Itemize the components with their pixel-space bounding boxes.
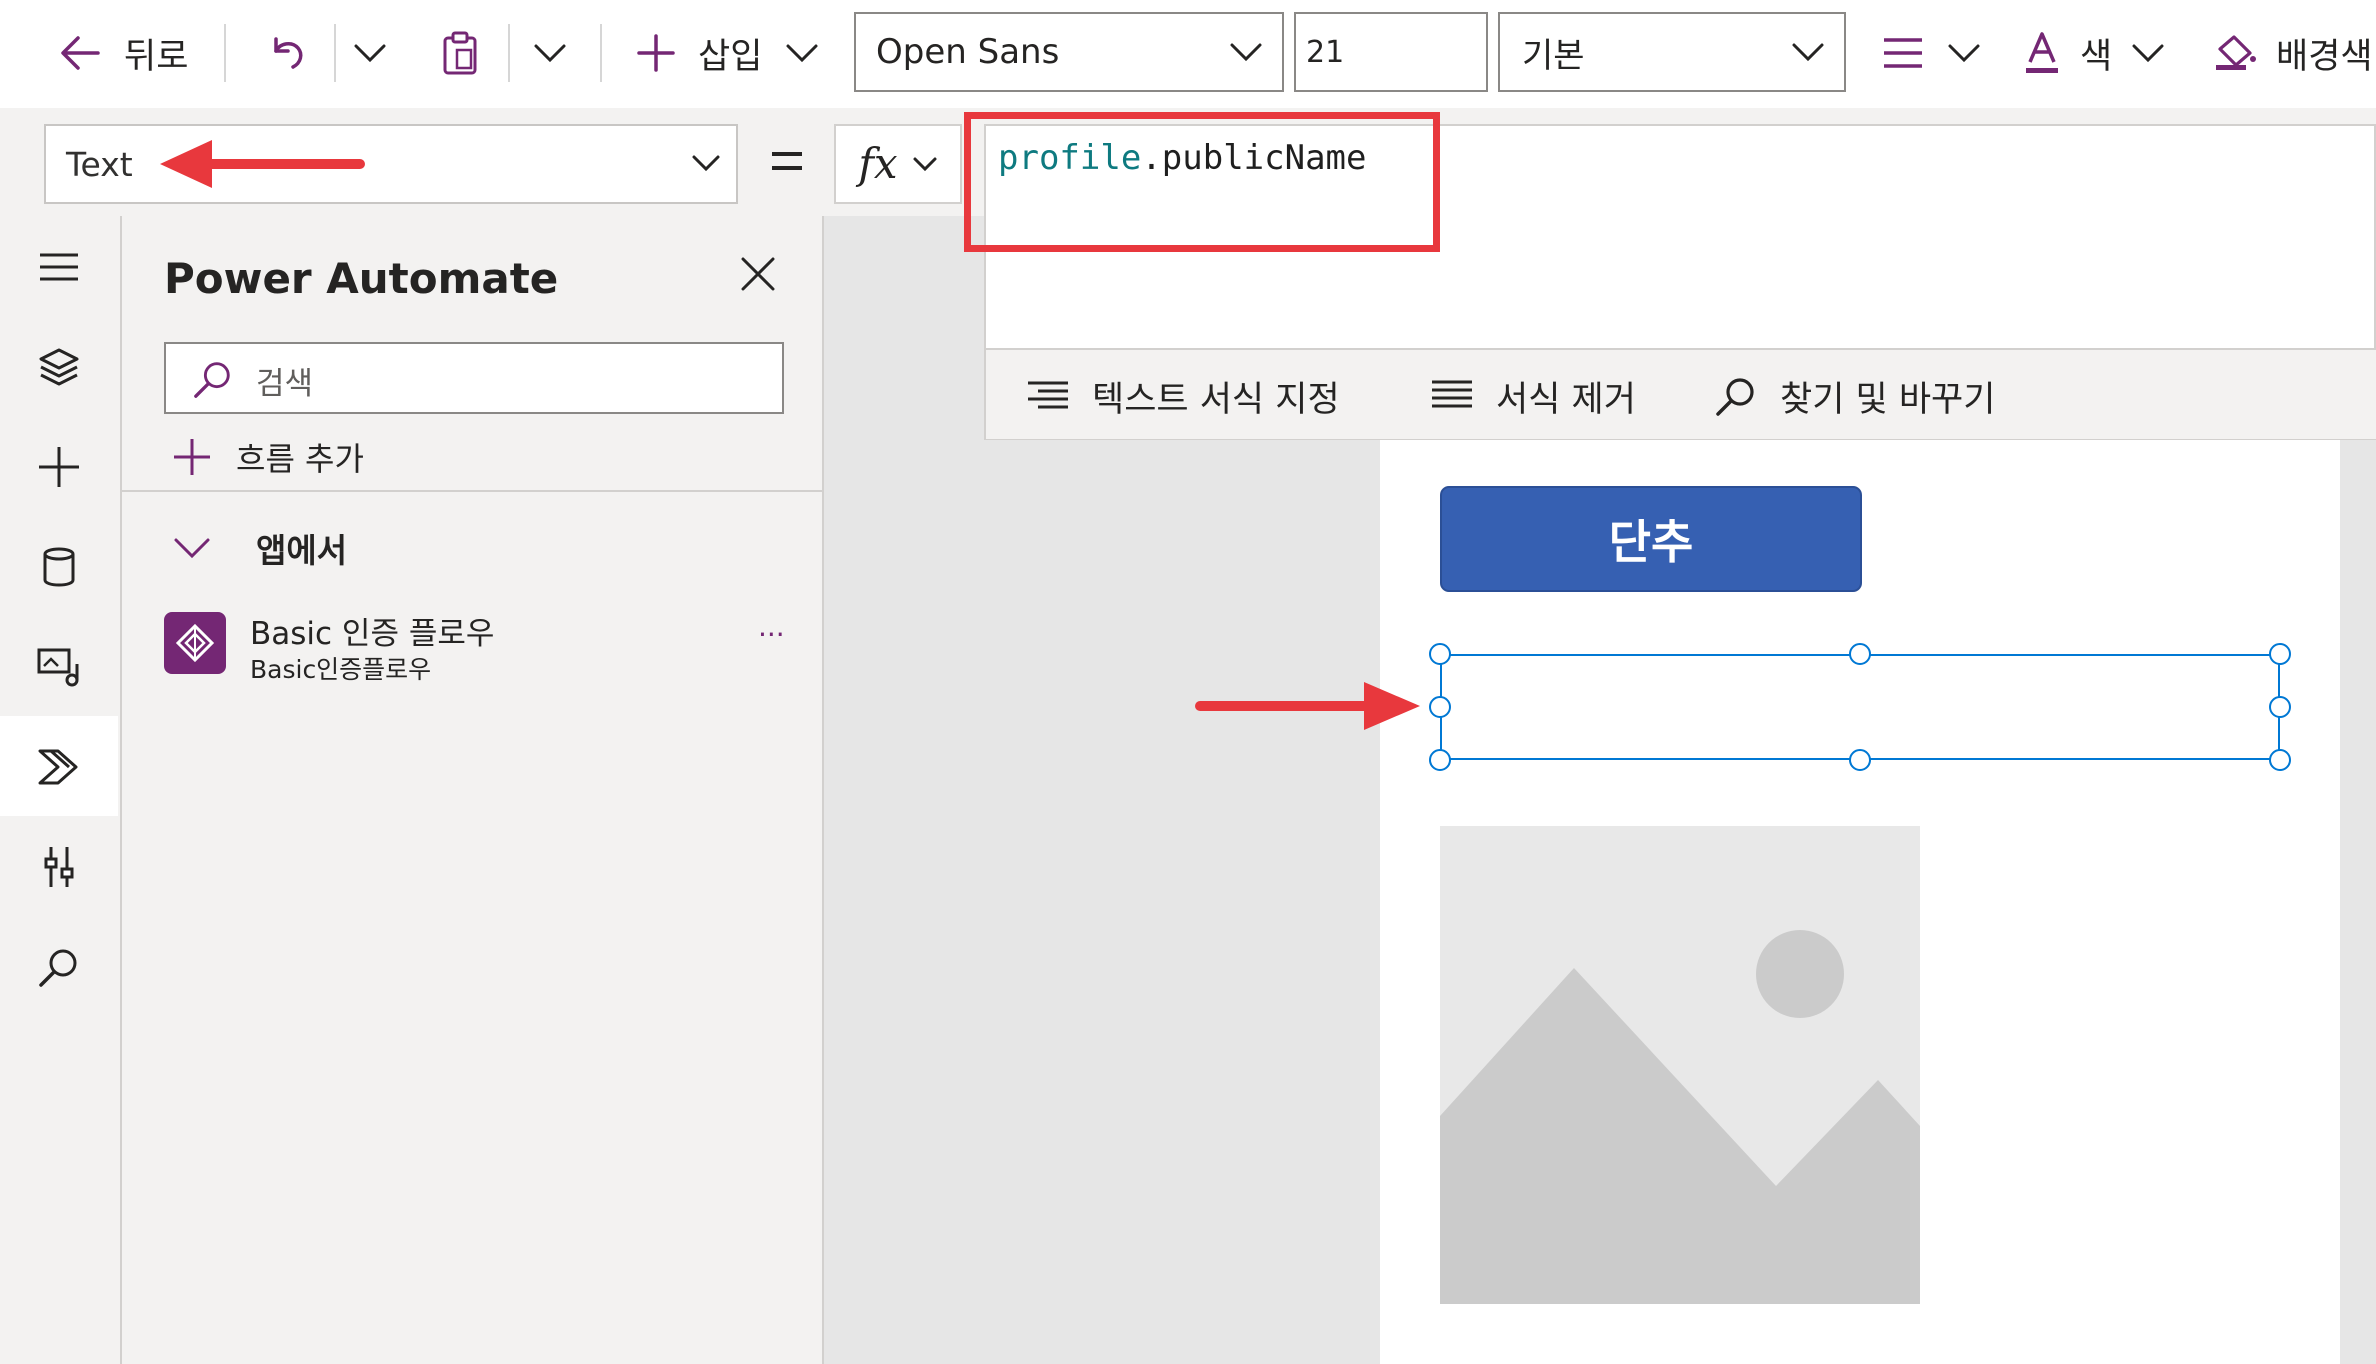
- toolbar-divider: [508, 24, 510, 82]
- advanced-tools-icon[interactable]: [24, 832, 94, 902]
- panel-title: Power Automate: [164, 254, 559, 303]
- canvas-button-label: 단추: [1608, 515, 1694, 569]
- format-text-label: 텍스트 서식 지정: [1092, 379, 1340, 420]
- more-options-icon[interactable]: ...: [758, 610, 785, 643]
- clipboard-icon: [440, 30, 480, 76]
- database-icon[interactable]: [24, 532, 94, 602]
- chevron-down-icon: [1946, 41, 1982, 65]
- chevron-down-icon: [690, 152, 722, 174]
- annotation-arrow-right: [1194, 678, 1424, 734]
- back-label: 뒤로: [124, 36, 189, 77]
- chevron-down-icon: [784, 41, 820, 65]
- insert-icon[interactable]: [24, 432, 94, 502]
- find-replace-label: 찾기 및 바꾸기: [1780, 379, 1996, 420]
- toolbar-divider: [600, 24, 602, 82]
- undo-dropdown[interactable]: [352, 18, 388, 88]
- add-flow-label: 흐름 추가: [236, 440, 364, 478]
- annotation-arrow-left: [156, 136, 366, 192]
- font-family-value: Open Sans: [876, 32, 1060, 72]
- resize-handle[interactable]: [1849, 643, 1871, 665]
- chevron-down-icon: [172, 535, 212, 561]
- font-size-value: 21: [1306, 34, 1345, 70]
- chevron-down-icon: [1228, 40, 1264, 64]
- flow-name: Basic 인증 플로우: [250, 616, 495, 652]
- fill-color-label: 배경색: [2276, 36, 2373, 77]
- font-family-select[interactable]: Open Sans: [854, 12, 1284, 92]
- align-icon: [1882, 36, 1924, 70]
- fill-color-button[interactable]: 배경색: [2214, 18, 2373, 88]
- search-icon: [1714, 374, 1758, 418]
- resize-handle[interactable]: [2269, 749, 2291, 771]
- remove-format-label: 서식 제거: [1496, 379, 1636, 420]
- font-weight-value: 기본: [1522, 35, 1585, 76]
- search-icon: [192, 358, 234, 400]
- search-placeholder: 검색: [256, 366, 314, 402]
- flow-item[interactable]: Basic 인증 플로우 Basic인증플로우 ...: [164, 600, 804, 690]
- resize-handle[interactable]: [2269, 643, 2291, 665]
- power-automate-icon[interactable]: [24, 732, 94, 802]
- plus-icon: [172, 437, 212, 477]
- property-select[interactable]: Text: [44, 124, 738, 204]
- insert-button[interactable]: 삽입: [636, 18, 820, 88]
- fx-button[interactable]: fx: [834, 124, 962, 204]
- format-text-button[interactable]: 텍스트 서식 지정: [1026, 370, 1340, 422]
- canvas-button[interactable]: 단추: [1440, 486, 1862, 592]
- add-flow-button[interactable]: 흐름 추가: [172, 434, 364, 480]
- font-color-icon: [2022, 30, 2062, 76]
- function-icon: fx: [858, 139, 898, 188]
- font-weight-select[interactable]: 기본: [1498, 12, 1846, 92]
- resize-handle[interactable]: [1429, 643, 1451, 665]
- section-header-in-app[interactable]: 앱에서: [172, 524, 347, 572]
- annotation-highlight-box: [964, 112, 1440, 252]
- image-placeholder[interactable]: [1440, 826, 1920, 1304]
- undo-button[interactable]: [266, 18, 306, 88]
- hamburger-menu-icon[interactable]: [24, 232, 94, 302]
- resize-handle[interactable]: [1849, 749, 1871, 771]
- selected-label-control[interactable]: [1440, 654, 2280, 760]
- tree-view-icon[interactable]: [24, 332, 94, 402]
- arrow-left-icon: [58, 33, 102, 73]
- chevron-down-icon: [532, 41, 568, 65]
- flow-icon: [164, 612, 226, 674]
- resize-handle[interactable]: [1429, 696, 1451, 718]
- undo-icon: [266, 33, 306, 73]
- toolbar-divider: [334, 24, 336, 82]
- chevron-down-icon: [352, 41, 388, 65]
- font-size-input[interactable]: 21: [1294, 12, 1488, 92]
- font-color-label: 색: [2080, 36, 2113, 77]
- chevron-down-icon: [912, 155, 938, 173]
- back-button[interactable]: 뒤로: [58, 18, 188, 88]
- search-input[interactable]: 검색: [164, 342, 784, 414]
- paste-dropdown[interactable]: [532, 18, 568, 88]
- chevron-down-icon: [2130, 41, 2166, 65]
- find-replace-button[interactable]: 찾기 및 바꾸기: [1714, 370, 1995, 422]
- toolbar-divider: [224, 24, 226, 82]
- resize-handle[interactable]: [2269, 696, 2291, 718]
- paint-bucket-icon: [2214, 33, 2258, 73]
- panel-divider: [122, 490, 822, 492]
- section-label: 앱에서: [256, 531, 348, 570]
- left-rail: [0, 216, 122, 1364]
- media-icon[interactable]: [24, 632, 94, 702]
- plus-icon: [636, 33, 676, 73]
- close-icon[interactable]: [740, 256, 776, 292]
- remove-format-button[interactable]: 서식 제거: [1430, 370, 1636, 422]
- text-align-button[interactable]: [1882, 18, 1982, 88]
- format-text-icon: [1026, 379, 1070, 413]
- remove-format-icon: [1430, 379, 1474, 413]
- command-bar: 뒤로 삽입 Open Sans 21 기본 색 배경색: [0, 0, 2376, 109]
- search-icon[interactable]: [24, 932, 94, 1002]
- font-color-button[interactable]: 색: [2022, 18, 2166, 88]
- insert-label: 삽입: [698, 36, 763, 77]
- paste-button[interactable]: [440, 18, 480, 88]
- resize-handle[interactable]: [1429, 749, 1451, 771]
- property-value: Text: [66, 144, 133, 184]
- flow-subtitle: Basic인증플로우: [250, 655, 432, 684]
- equals-sign: [770, 146, 804, 176]
- chevron-down-icon: [1790, 40, 1826, 64]
